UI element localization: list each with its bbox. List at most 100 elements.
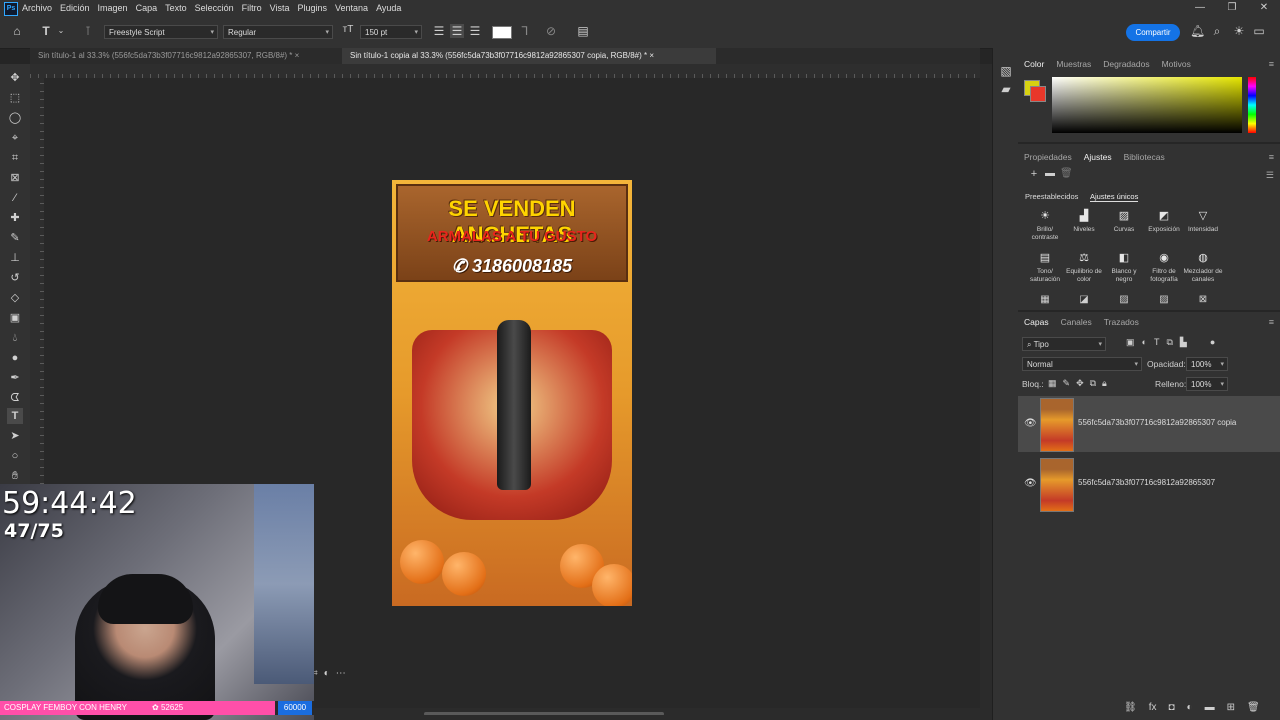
pen-tool-icon[interactable]: ✒: [7, 370, 23, 386]
tab-propiedades[interactable]: Propiedades: [1024, 152, 1072, 162]
pen-tool-icon-2[interactable]: ᗧ: [7, 390, 23, 406]
layer-style-icon[interactable]: fx: [1149, 702, 1157, 713]
subtab-ajustes-unicos[interactable]: Ajustes únicos: [1090, 192, 1139, 202]
menu-capa[interactable]: Capa: [136, 0, 158, 16]
crop-tool-icon[interactable]: ⌗: [7, 150, 23, 166]
tab-canales[interactable]: Canales: [1061, 317, 1092, 327]
fill-input[interactable]: 100% ▾: [1186, 377, 1228, 391]
adj-channel-mixer[interactable]: ◍ Mezclador de canales: [1183, 253, 1223, 284]
warp-text-icon[interactable]: Ꞁ: [518, 24, 532, 38]
posterize-icon[interactable]: ▨: [1117, 294, 1131, 305]
comments-panel-icon[interactable]: ▰: [999, 82, 1013, 96]
menu-filtro[interactable]: Filtro: [242, 0, 262, 16]
font-size-select[interactable]: 150 pt ▾: [360, 25, 422, 39]
text-color-swatch[interactable]: [492, 26, 512, 39]
new-adjustment-layer-icon[interactable]: ◐: [1187, 702, 1193, 713]
home-icon[interactable]: ⌂: [8, 24, 26, 38]
eraser-tool-icon[interactable]: ◇: [7, 290, 23, 306]
healing-brush-icon[interactable]: ✚: [7, 210, 23, 226]
font-family-select[interactable]: Freestyle Script ▾: [104, 25, 218, 39]
adj-curves[interactable]: ▨ Curvas: [1104, 211, 1144, 234]
lock-position-icon[interactable]: ✥: [1076, 378, 1084, 389]
menu-imagen[interactable]: Imagen: [98, 0, 128, 16]
tab-trazados[interactable]: Trazados: [1104, 317, 1139, 327]
invert-icon[interactable]: ◪: [1077, 294, 1091, 305]
tab-bibliotecas[interactable]: Bibliotecas: [1124, 152, 1165, 162]
tab-ajustes[interactable]: Ajustes: [1084, 152, 1112, 162]
pixel-filter-icon[interactable]: ▣: [1126, 337, 1135, 348]
adj-photo-filter[interactable]: ◉ Filtro de fotografía: [1144, 253, 1184, 284]
tab-capas[interactable]: Capas: [1024, 317, 1049, 327]
align-right-icon[interactable]: ☰: [468, 24, 482, 38]
new-group-icon[interactable]: ▬: [1205, 702, 1215, 713]
opacity-input[interactable]: 100% ▾: [1186, 357, 1228, 371]
font-style-select[interactable]: Regular ▾: [223, 25, 333, 39]
adj-color-balance[interactable]: ⚖ Equilibrio de color: [1064, 253, 1104, 284]
add-adjustment-icon[interactable]: +: [1028, 168, 1040, 180]
text-orientation-icon[interactable]: ⊺: [80, 24, 96, 38]
tab-motivos[interactable]: Motivos: [1162, 59, 1191, 69]
maximize-button[interactable]: ❐: [1216, 0, 1248, 16]
gradient-tool-icon[interactable]: ▣: [7, 310, 23, 326]
list-view-icon[interactable]: ☰: [1266, 170, 1274, 181]
history-panel-icon[interactable]: ▧: [999, 64, 1013, 78]
type-filter-icon[interactable]: T: [1154, 337, 1160, 348]
menu-texto[interactable]: Texto: [165, 0, 187, 16]
tab-muestras[interactable]: Muestras: [1056, 59, 1091, 69]
color-picker-field[interactable]: [1052, 77, 1242, 133]
frame-tool-icon[interactable]: ⊠: [7, 170, 23, 186]
tab-color[interactable]: Color: [1024, 59, 1044, 69]
document-canvas[interactable]: SE VENDEN ANCHETAS ARMALAS A TU GUSTO ✆ …: [392, 180, 632, 606]
layer-filter-select[interactable]: ⌕ Tipo ▾: [1022, 337, 1106, 351]
blur-tool-icon[interactable]: 💧︎: [7, 330, 23, 346]
stamp-tool-icon[interactable]: ⊥: [7, 250, 23, 266]
eyedropper-tool-icon[interactable]: ⁄: [7, 190, 23, 206]
lock-artboard-icon[interactable]: ⧉: [1090, 378, 1096, 389]
type-tool-preset-icon[interactable]: T: [38, 24, 54, 38]
cancel-edit-icon[interactable]: ⊘: [544, 24, 558, 38]
object-selection-icon[interactable]: ⌖: [7, 130, 23, 146]
brush-tool-icon[interactable]: ✎: [7, 230, 23, 246]
smart-object-filter-icon[interactable]: ▙: [1180, 337, 1187, 348]
background-color-swatch[interactable]: [1030, 86, 1046, 102]
dodge-tool-icon[interactable]: ●: [7, 350, 23, 366]
panel-menu-icon[interactable]: ≡: [1269, 317, 1274, 327]
tab-degradados[interactable]: Degradados: [1103, 59, 1149, 69]
visibility-eye-icon[interactable]: 👁︎: [1024, 418, 1037, 429]
panel-menu-icon[interactable]: ≡: [1269, 152, 1274, 162]
discover-icon[interactable]: ☀︎: [1232, 24, 1246, 38]
path-selection-icon[interactable]: ➤: [7, 428, 23, 444]
adj-vibrance[interactable]: ▽ Intensidad: [1183, 211, 1223, 234]
move-tool-icon[interactable]: ✥: [7, 70, 23, 86]
close-icon[interactable]: ×: [295, 51, 300, 60]
menu-plugins[interactable]: Plugins: [298, 0, 328, 16]
share-button[interactable]: Compartir: [1126, 24, 1180, 41]
threshold-icon[interactable]: ▨: [1157, 294, 1171, 305]
search-icon[interactable]: ⌕: [1210, 24, 1224, 39]
menu-vista[interactable]: Vista: [270, 0, 290, 16]
menu-seleccion[interactable]: Selección: [195, 0, 234, 16]
layer-row[interactable]: 👁︎ 556fc5da73b3f07716c9812a92865307 copi…: [1018, 396, 1280, 452]
adj-brightness-contrast[interactable]: ☀ Brillo/ contraste: [1025, 211, 1065, 242]
align-left-icon[interactable]: ☰: [432, 24, 446, 38]
folder-icon[interactable]: ▬: [1044, 168, 1056, 179]
visibility-eye-icon[interactable]: 👁︎: [1024, 478, 1037, 489]
adjustment-filter-icon[interactable]: ◐: [1142, 337, 1147, 348]
selective-color-icon[interactable]: ⊠: [1196, 294, 1210, 305]
minimize-button[interactable]: —: [1184, 0, 1216, 16]
add-mask-icon[interactable]: ◘: [1168, 702, 1174, 713]
adj-levels[interactable]: ▟ Niveles: [1064, 211, 1104, 234]
ellipse-tool-icon[interactable]: ○: [7, 448, 23, 464]
type-tool-icon[interactable]: T: [7, 408, 23, 424]
adj-exposure[interactable]: ◩ Exposición: [1144, 211, 1184, 234]
more-icon[interactable]: ⋯: [336, 668, 346, 679]
chevron-down-icon[interactable]: ⌄: [56, 26, 66, 35]
align-center-icon[interactable]: ☰: [450, 24, 464, 38]
menu-ventana[interactable]: Ventana: [335, 0, 368, 16]
link-layers-icon[interactable]: ⛓: [1124, 702, 1137, 713]
close-window-button[interactable]: ✕: [1248, 0, 1280, 16]
delete-icon[interactable]: 🗑︎: [1060, 168, 1073, 179]
lock-paint-icon[interactable]: ✎: [1063, 378, 1071, 389]
adj-hue-saturation[interactable]: ▤ Tono/ saturación: [1025, 253, 1065, 284]
color-lookup-icon[interactable]: ▦: [1038, 294, 1052, 305]
